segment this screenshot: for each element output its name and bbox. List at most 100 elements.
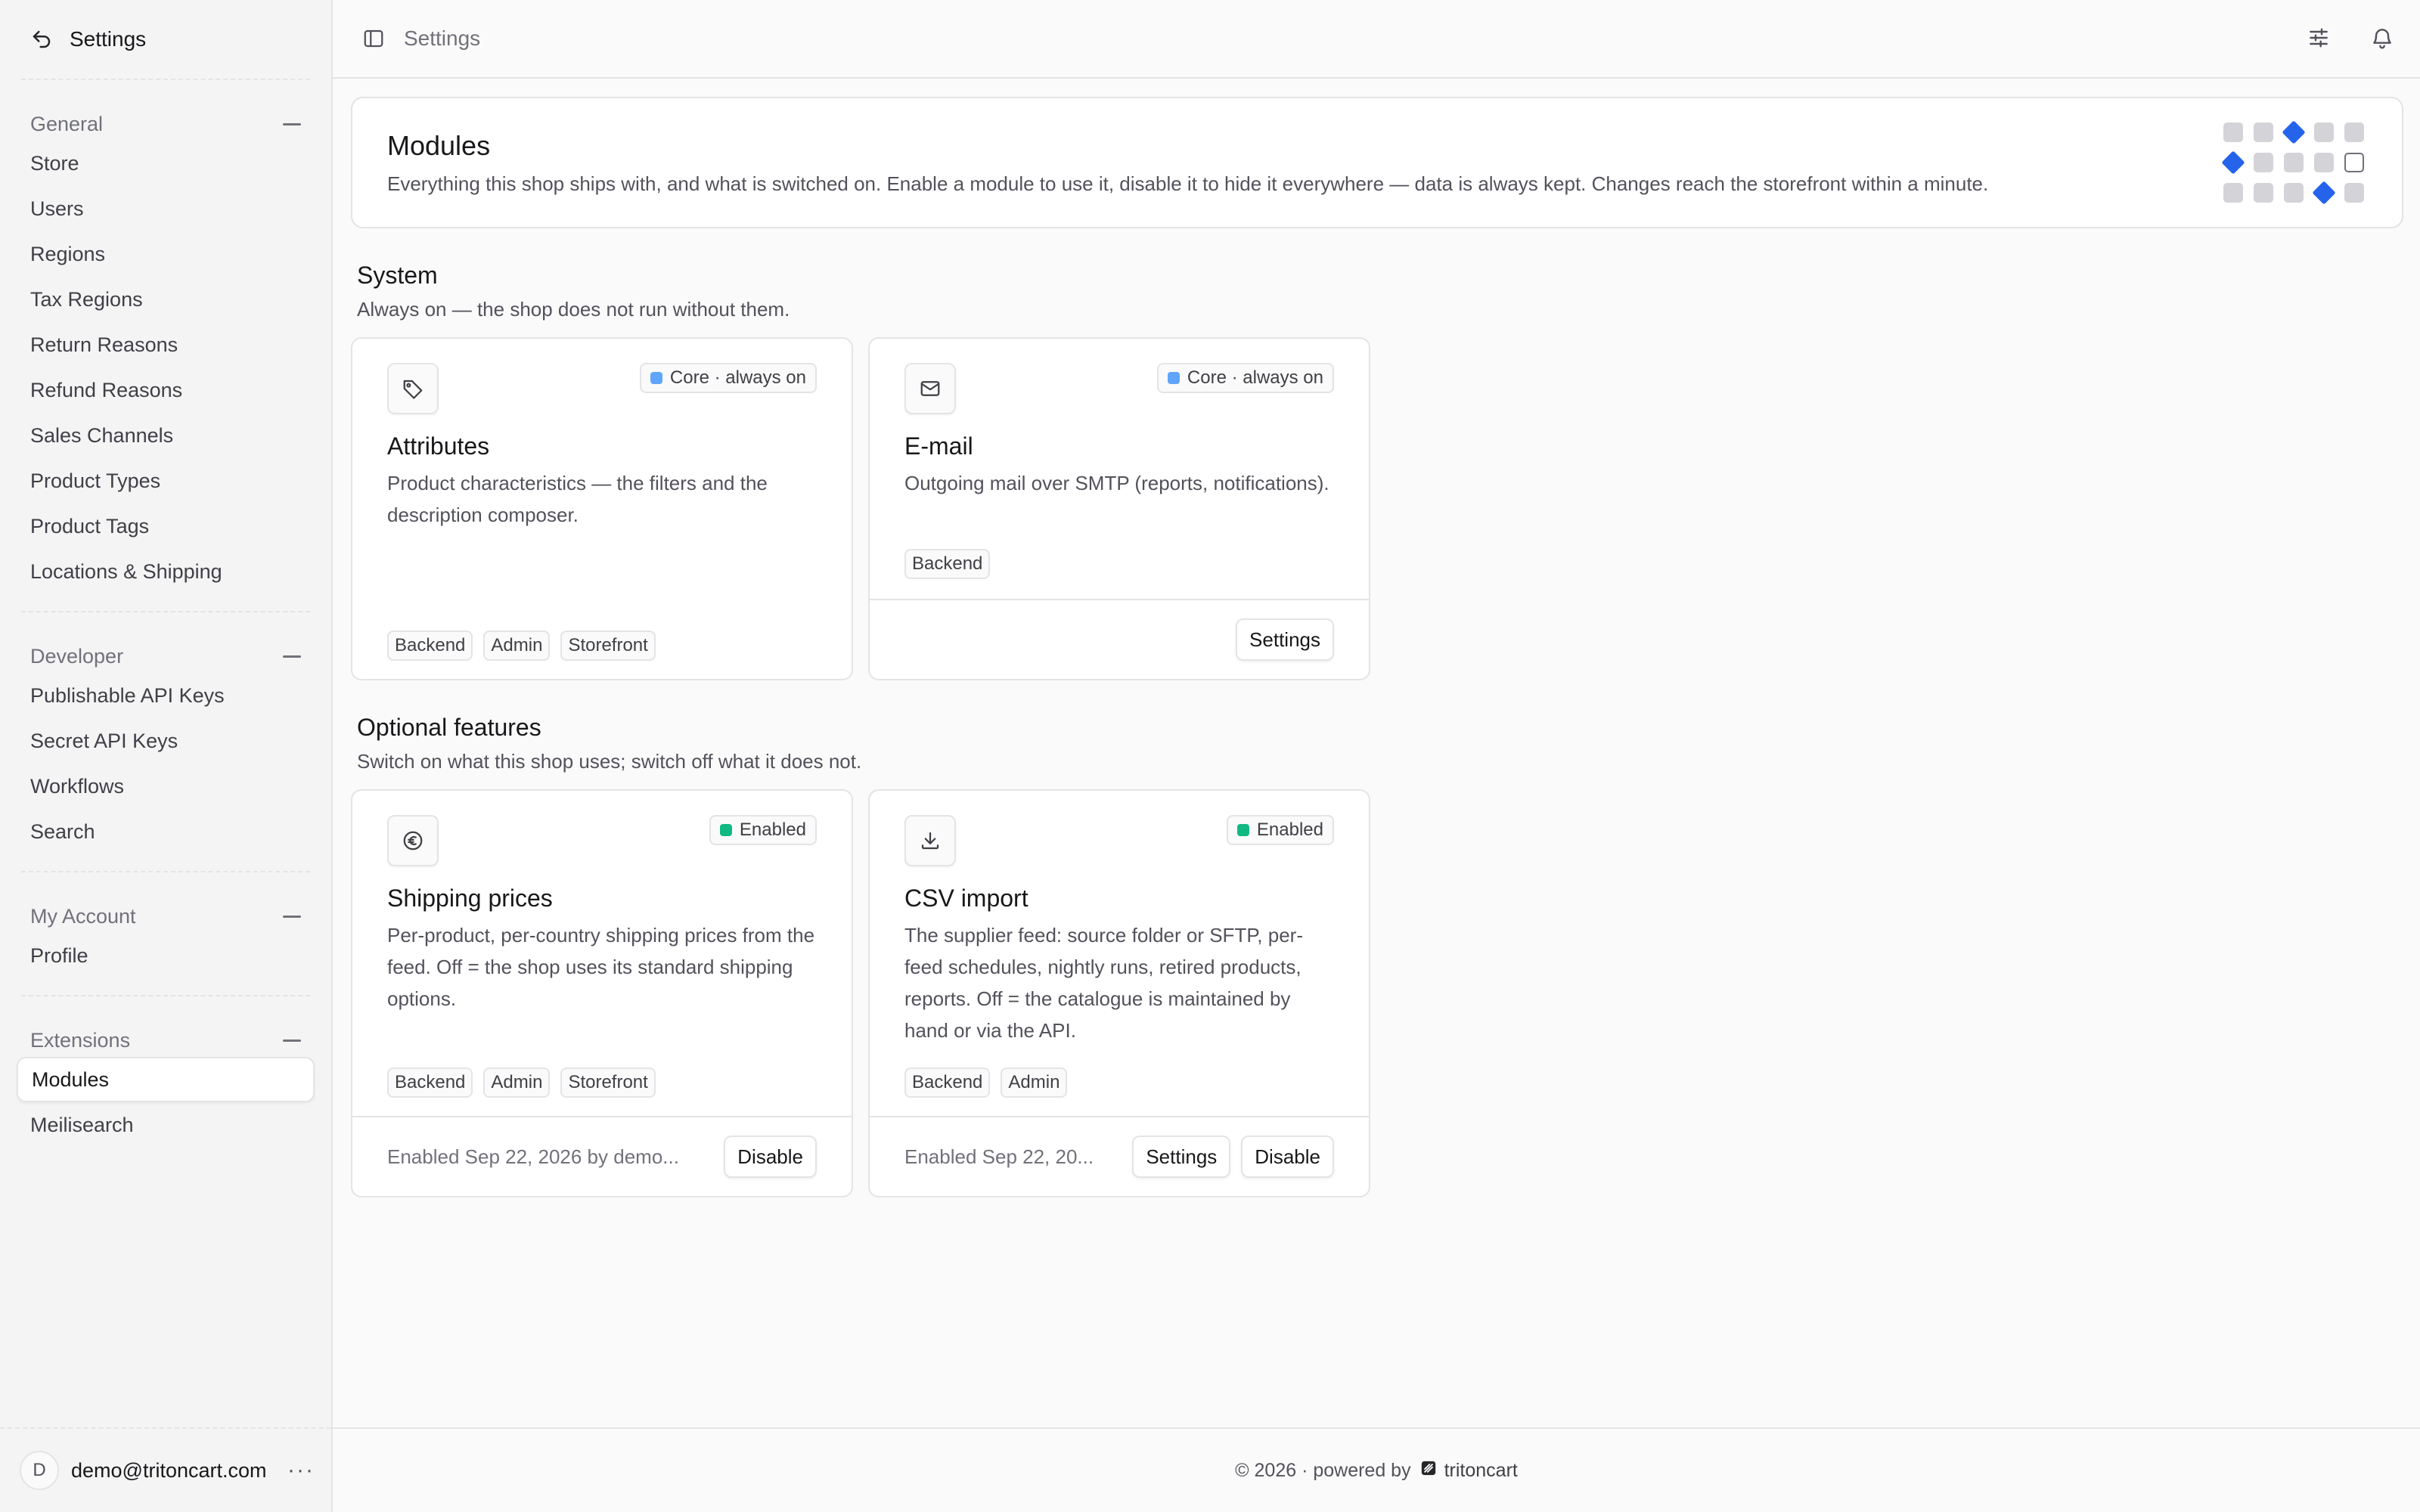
collapse-icon[interactable] bbox=[283, 915, 301, 918]
sidebar-header[interactable]: Settings bbox=[0, 0, 331, 79]
user-menu[interactable]: D demo@tritoncart.com ··· bbox=[0, 1427, 331, 1512]
badge-label: Enabled bbox=[1256, 820, 1323, 840]
nav-group-extensions: Extensions Modules Meilisearch bbox=[0, 996, 331, 1164]
sidebar-title: Settings bbox=[70, 27, 147, 51]
tag-backend: Backend bbox=[387, 631, 473, 661]
nav-group-header[interactable]: Extensions bbox=[17, 1024, 315, 1057]
status-dot bbox=[1167, 372, 1180, 384]
sidebar-item-product-tags[interactable]: Product Tags bbox=[17, 503, 315, 549]
card-title: Shipping prices bbox=[387, 885, 553, 912]
tag-backend: Backend bbox=[904, 1067, 991, 1098]
sidebar-item-publishable-api-keys[interactable]: Publishable API Keys bbox=[17, 673, 315, 718]
page-description: Everything this shop ships with, and wha… bbox=[387, 172, 1989, 195]
collapse-icon[interactable] bbox=[283, 655, 301, 658]
nav-group-label: Extensions bbox=[30, 1028, 131, 1052]
sidebar-item-tax-regions[interactable]: Tax Regions bbox=[17, 277, 315, 322]
collapse-icon[interactable] bbox=[283, 1039, 301, 1042]
more-icon[interactable]: ··· bbox=[287, 1458, 315, 1483]
sidebar-item-modules[interactable]: Modules bbox=[17, 1057, 315, 1102]
sidebar: Settings General Store Users Regions Tax… bbox=[0, 0, 333, 1512]
sidebar-item-users[interactable]: Users bbox=[17, 186, 315, 231]
brand-link[interactable]: tritoncart bbox=[1420, 1460, 1518, 1482]
section-title-system: System bbox=[357, 262, 438, 289]
card-footer: Enabled Sep 22, 2026 by demo... Disable bbox=[352, 1116, 852, 1196]
sidebar-toggle-icon[interactable] bbox=[360, 25, 387, 52]
breadcrumb: Settings bbox=[404, 26, 481, 50]
badge-label: Core · always on bbox=[669, 367, 806, 388]
avatar: D bbox=[20, 1451, 59, 1490]
page-header: Modules Everything this shop ships with,… bbox=[351, 97, 2403, 228]
tag-storefront: Storefront bbox=[560, 631, 656, 661]
badge-label: Core · always on bbox=[1187, 367, 1323, 388]
tag-list: Backend Admin bbox=[904, 1067, 1068, 1098]
module-card-csv-import: Enabled CSV import The supplier feed: so… bbox=[868, 789, 1370, 1198]
sidebar-item-product-types[interactable]: Product Types bbox=[17, 458, 315, 503]
back-arrow-icon[interactable] bbox=[29, 26, 54, 52]
nav-group-header[interactable]: General bbox=[17, 107, 315, 141]
euro-icon bbox=[387, 815, 439, 866]
section-subtitle-optional: Switch on what this shop uses; switch of… bbox=[357, 750, 862, 773]
tag-list: Backend Admin Storefront bbox=[387, 1067, 656, 1098]
tag-admin: Admin bbox=[1001, 1067, 1068, 1098]
tag-storefront: Storefront bbox=[560, 1067, 656, 1098]
mail-icon bbox=[904, 363, 956, 414]
sidebar-item-locations-shipping[interactable]: Locations & Shipping bbox=[17, 549, 315, 594]
settings-button[interactable]: Settings bbox=[1236, 618, 1334, 661]
brand-name: tritoncart bbox=[1444, 1459, 1518, 1481]
module-card-email: Core · always on E-mail Outgoing mail ov… bbox=[868, 337, 1370, 680]
tag-backend: Backend bbox=[387, 1067, 473, 1098]
collapse-icon[interactable] bbox=[283, 122, 301, 125]
sidebar-item-secret-api-keys[interactable]: Secret API Keys bbox=[17, 718, 315, 764]
tag-admin: Admin bbox=[483, 631, 551, 661]
footer-text: © 2026 · powered by bbox=[1235, 1459, 1411, 1481]
sidebar-item-store[interactable]: Store bbox=[17, 141, 315, 186]
tritoncart-logo-icon bbox=[1420, 1460, 1437, 1482]
sidebar-item-refund-reasons[interactable]: Refund Reasons bbox=[17, 367, 315, 413]
tag-icon bbox=[387, 363, 439, 414]
module-card-shipping-prices: Enabled Shipping prices Per-product, per… bbox=[351, 789, 853, 1198]
user-email: demo@tritoncart.com bbox=[71, 1458, 267, 1482]
nav-group-header[interactable]: My Account bbox=[17, 900, 315, 933]
main-content: Modules Everything this shop ships with,… bbox=[333, 79, 2420, 1427]
nav-group-header[interactable]: Developer bbox=[17, 640, 315, 673]
disable-button[interactable]: Disable bbox=[724, 1136, 817, 1178]
tag-list: Backend Admin Storefront bbox=[387, 631, 656, 661]
sliders-icon[interactable] bbox=[2305, 24, 2332, 51]
module-card-attributes: Core · always on Attributes Product char… bbox=[351, 337, 853, 680]
tag-backend: Backend bbox=[904, 549, 991, 579]
sidebar-item-search[interactable]: Search bbox=[17, 809, 315, 854]
download-icon bbox=[904, 815, 956, 866]
modules-grid-illustration bbox=[2221, 120, 2367, 206]
topbar-actions bbox=[2305, 24, 2396, 51]
bell-icon[interactable] bbox=[2369, 24, 2396, 51]
enabled-meta: Enabled Sep 22, 2026 by demo... bbox=[387, 1145, 679, 1168]
section-title-optional: Optional features bbox=[357, 714, 541, 741]
sidebar-item-profile[interactable]: Profile bbox=[17, 933, 315, 978]
card-title: E-mail bbox=[904, 432, 973, 460]
tag-admin: Admin bbox=[483, 1067, 551, 1098]
sidebar-item-sales-channels[interactable]: Sales Channels bbox=[17, 413, 315, 458]
page-title: Modules bbox=[387, 130, 491, 161]
nav-group-label: General bbox=[30, 112, 104, 135]
status-dot bbox=[1236, 824, 1249, 836]
status-badge: Enabled bbox=[709, 815, 817, 845]
page-footer: © 2026 · powered by tritoncart bbox=[333, 1427, 2420, 1512]
card-footer: Enabled Sep 22, 20... Settings Disable bbox=[870, 1116, 1369, 1196]
status-dot bbox=[719, 824, 732, 836]
status-badge: Enabled bbox=[1226, 815, 1334, 845]
sidebar-item-workflows[interactable]: Workflows bbox=[17, 764, 315, 809]
card-description: Product characteristics — the filters an… bbox=[387, 472, 768, 526]
settings-button[interactable]: Settings bbox=[1132, 1136, 1231, 1178]
sidebar-item-return-reasons[interactable]: Return Reasons bbox=[17, 322, 315, 367]
card-footer: Settings bbox=[870, 599, 1369, 679]
sidebar-item-meilisearch[interactable]: Meilisearch bbox=[17, 1102, 315, 1148]
tag-list: Backend bbox=[904, 549, 991, 579]
disable-button[interactable]: Disable bbox=[1241, 1136, 1334, 1178]
status-badge: Core · always on bbox=[1156, 363, 1334, 393]
card-description: The supplier feed: source folder or SFTP… bbox=[904, 924, 1303, 1042]
nav-group-developer: Developer Publishable API Keys Secret AP… bbox=[0, 612, 331, 871]
sidebar-item-regions[interactable]: Regions bbox=[17, 231, 315, 277]
nav-group-label: My Account bbox=[30, 904, 136, 928]
enabled-meta: Enabled Sep 22, 20... bbox=[904, 1145, 1094, 1168]
status-badge: Core · always on bbox=[639, 363, 817, 393]
